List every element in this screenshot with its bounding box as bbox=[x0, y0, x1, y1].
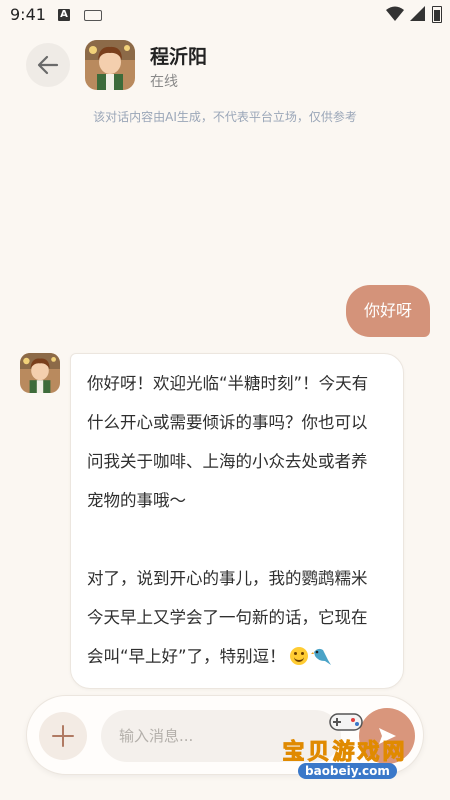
accessibility-icon: A bbox=[58, 9, 70, 21]
message-line: 你好呀！欢迎光临“半糖时刻”！今天有 bbox=[87, 374, 369, 393]
smiling-face-icon bbox=[289, 647, 308, 665]
outgoing-message: 你好呀 bbox=[345, 285, 430, 337]
send-button[interactable] bbox=[359, 708, 415, 764]
avatar-image bbox=[20, 353, 60, 393]
incoming-message: 你好呀！欢迎光临“半糖时刻”！今天有 什么开心或需要倾诉的事吗？你也可以 问我关… bbox=[70, 353, 404, 689]
ai-disclaimer: 该对话内容由AI生成，不代表平台立场，仅供参考 bbox=[93, 110, 357, 124]
status-bar: 9:41 A bbox=[0, 0, 450, 30]
back-button[interactable] bbox=[26, 43, 70, 87]
keyboard-icon bbox=[84, 10, 102, 21]
message-composer bbox=[26, 695, 424, 775]
message-line: 今天早上又学会了一句新的话，它现在 bbox=[87, 608, 368, 627]
message-line: 对了，说到开心的事儿，我的鹦鹉糯米 bbox=[87, 569, 368, 588]
wifi-icon bbox=[386, 6, 404, 21]
contact-name: 程沂阳 bbox=[150, 46, 208, 68]
avatar-image bbox=[85, 40, 135, 90]
battery-icon bbox=[432, 6, 442, 23]
status-time: 9:41 bbox=[10, 5, 46, 24]
message-text: 会叫“早上好”了，特别逗！ bbox=[87, 647, 286, 666]
message-line-last: 会叫“早上好”了，特别逗！ bbox=[87, 637, 389, 676]
send-icon bbox=[379, 728, 396, 744]
add-attachment-button[interactable] bbox=[39, 712, 87, 760]
message-input[interactable] bbox=[101, 710, 341, 762]
arrow-left-icon bbox=[37, 55, 59, 75]
contact-avatar[interactable] bbox=[85, 40, 135, 90]
message-line: 什么开心或需要倾诉的事吗？你也可以 bbox=[87, 413, 368, 432]
contact-status: 在线 bbox=[150, 74, 178, 90]
sender-avatar[interactable] bbox=[20, 353, 60, 393]
message-line: 问我关于咖啡、上海的小众去处或者养 bbox=[87, 452, 368, 471]
plus-icon bbox=[52, 725, 74, 747]
signal-icon bbox=[410, 6, 425, 21]
parrot-icon bbox=[310, 648, 331, 665]
message-line: 宠物的事哦～ bbox=[87, 491, 186, 510]
